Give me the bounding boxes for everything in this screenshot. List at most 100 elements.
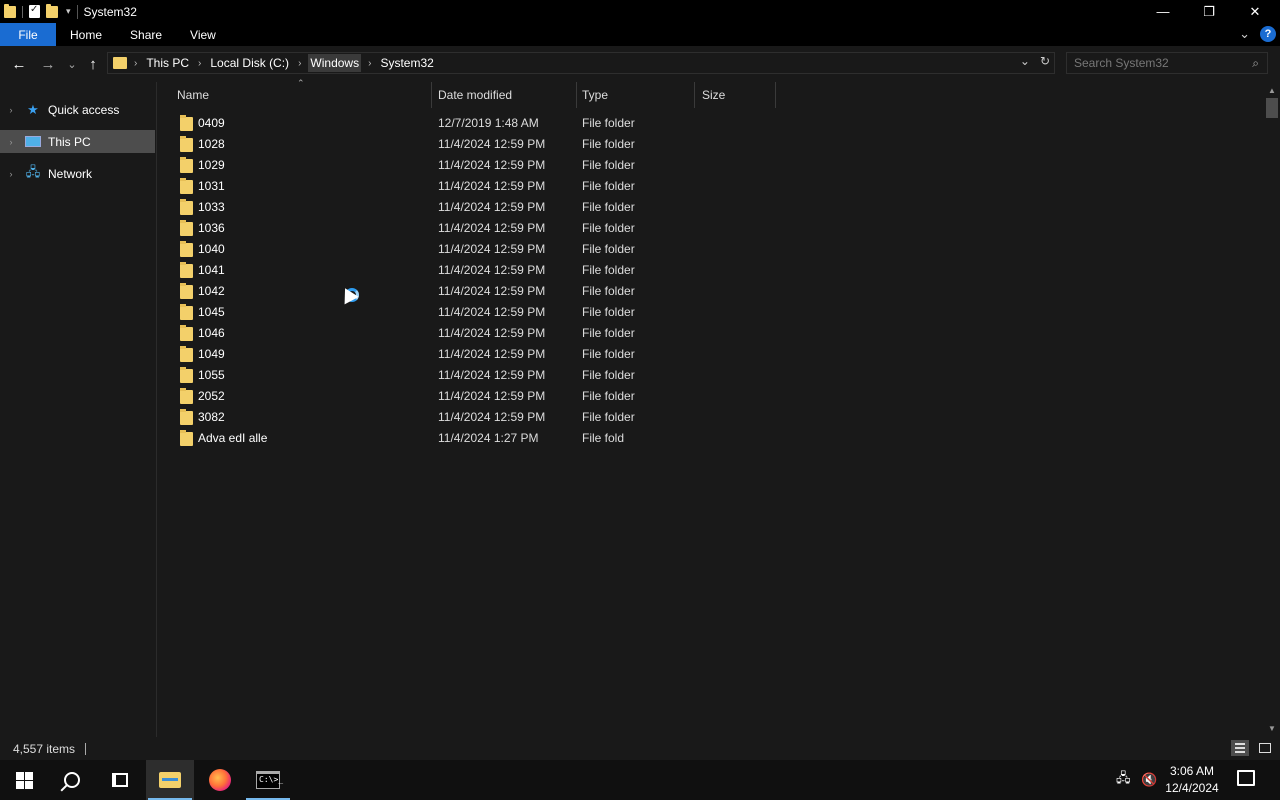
file-row[interactable]: 1028 11/4/2024 12:59 PM File folder bbox=[158, 134, 1258, 155]
breadcrumb-this-pc[interactable]: This PC bbox=[144, 54, 191, 72]
search-box[interactable]: ⌕ bbox=[1066, 52, 1268, 74]
taskbar: C:\>_ 🖧 🔇 3:06 AM 12/4/2024 bbox=[0, 760, 1280, 800]
folder-icon bbox=[180, 262, 193, 278]
tab-share[interactable]: Share bbox=[116, 23, 176, 46]
column-divider[interactable] bbox=[431, 82, 432, 108]
file-row[interactable]: 1055 11/4/2024 12:59 PM File folder bbox=[158, 365, 1258, 386]
nav-item-label: Quick access bbox=[48, 102, 120, 117]
taskbar-command-prompt[interactable]: C:\>_ bbox=[244, 760, 292, 800]
task-view-button[interactable] bbox=[96, 760, 144, 800]
star-icon: ★ bbox=[27, 101, 39, 117]
column-divider[interactable] bbox=[576, 82, 577, 108]
file-row[interactable]: 1031 11/4/2024 12:59 PM File folder bbox=[158, 176, 1258, 197]
folder-icon bbox=[180, 220, 193, 236]
breadcrumb-local-disk[interactable]: Local Disk (C:) bbox=[208, 54, 291, 72]
taskbar-firefox[interactable] bbox=[196, 760, 244, 800]
breadcrumb-separator[interactable]: › bbox=[198, 58, 201, 69]
nav-item-quick-access[interactable]: › ★ Quick access bbox=[0, 98, 155, 121]
network-icon: 🖧 bbox=[25, 163, 41, 179]
column-header-size[interactable]: Size bbox=[702, 82, 774, 108]
file-date: 11/4/2024 12:59 PM bbox=[438, 368, 546, 382]
folder-icon bbox=[180, 178, 193, 194]
column-header-date[interactable]: Date modified bbox=[438, 82, 576, 108]
file-row[interactable]: 1045 11/4/2024 12:59 PM File folder bbox=[158, 302, 1258, 323]
file-date: 11/4/2024 12:59 PM bbox=[438, 137, 546, 151]
search-input[interactable] bbox=[1074, 56, 1244, 70]
file-row[interactable]: 1042 11/4/2024 12:59 PM File folder bbox=[158, 281, 1258, 302]
scrollbar-thumb[interactable] bbox=[1266, 98, 1278, 118]
back-button[interactable]: ← bbox=[9, 54, 29, 74]
address-dropdown-icon[interactable]: ⌄ bbox=[1020, 54, 1030, 68]
title-divider bbox=[76, 4, 78, 19]
file-type: File folder bbox=[582, 284, 635, 298]
breadcrumb-system32[interactable]: System32 bbox=[378, 54, 435, 72]
restore-button[interactable]: ❐ bbox=[1186, 0, 1232, 23]
file-row[interactable]: 1046 11/4/2024 12:59 PM File folder bbox=[158, 323, 1258, 344]
file-row[interactable]: 1040 11/4/2024 12:59 PM File folder bbox=[158, 239, 1258, 260]
volume-muted-icon[interactable]: 🔇 bbox=[1141, 760, 1157, 800]
notification-center-icon[interactable] bbox=[1237, 770, 1255, 786]
nav-item-label: This PC bbox=[48, 134, 91, 149]
refresh-icon[interactable]: ↻ bbox=[1040, 54, 1050, 68]
file-date: 12/7/2019 1:48 AM bbox=[438, 116, 539, 130]
file-name: 1042 bbox=[198, 284, 225, 298]
column-divider[interactable] bbox=[775, 82, 776, 108]
start-button[interactable] bbox=[0, 760, 48, 800]
properties-icon[interactable] bbox=[29, 4, 40, 18]
expand-chevron-icon[interactable]: › bbox=[5, 105, 17, 115]
tiles-view-icon bbox=[1259, 743, 1271, 753]
column-header-type[interactable]: Type bbox=[582, 82, 694, 108]
system-clock[interactable]: 3:06 AM 12/4/2024 bbox=[1161, 763, 1223, 797]
scroll-down-icon[interactable]: ▼ bbox=[1268, 724, 1276, 733]
file-row[interactable]: 1049 11/4/2024 12:59 PM File folder bbox=[158, 344, 1258, 365]
file-name: 1045 bbox=[198, 305, 225, 319]
file-date: 11/4/2024 12:59 PM bbox=[438, 221, 546, 235]
file-date: 11/4/2024 12:59 PM bbox=[438, 326, 546, 340]
taskbar-search-button[interactable] bbox=[48, 760, 96, 800]
expand-chevron-icon[interactable]: › bbox=[5, 137, 17, 147]
file-row[interactable]: 1041 11/4/2024 12:59 PM File folder bbox=[158, 260, 1258, 281]
file-row[interactable]: 1029 11/4/2024 12:59 PM File folder bbox=[158, 155, 1258, 176]
scroll-up-icon[interactable]: ▲ bbox=[1268, 86, 1276, 95]
up-button[interactable]: ↑ bbox=[83, 54, 103, 74]
file-type: File folder bbox=[582, 368, 635, 382]
expand-chevron-icon[interactable]: › bbox=[5, 169, 17, 179]
file-date: 11/4/2024 12:59 PM bbox=[438, 410, 546, 424]
file-row[interactable]: 2052 11/4/2024 12:59 PM File folder bbox=[158, 386, 1258, 407]
breadcrumb-windows[interactable]: Windows bbox=[308, 54, 362, 72]
nav-item-network[interactable]: › 🖧 Network bbox=[0, 162, 155, 185]
file-row[interactable]: Adva edI alle 11/4/2024 1:27 PM File fold bbox=[158, 428, 1258, 449]
file-date: 11/4/2024 12:59 PM bbox=[438, 242, 546, 256]
file-date: 11/4/2024 12:59 PM bbox=[438, 263, 546, 277]
large-icons-view-button[interactable] bbox=[1256, 740, 1274, 756]
customize-toolbar-icon[interactable]: ▾ bbox=[66, 6, 71, 17]
file-type: File folder bbox=[582, 137, 635, 151]
breadcrumb-separator[interactable]: › bbox=[368, 58, 371, 69]
network-tray-icon[interactable]: 🖧 bbox=[1116, 760, 1131, 800]
vertical-scrollbar[interactable]: ▲ ▼ bbox=[1264, 82, 1280, 737]
help-icon[interactable]: ? bbox=[1260, 26, 1276, 42]
minimize-button[interactable]: — bbox=[1140, 0, 1186, 23]
file-row[interactable]: 0409 12/7/2019 1:48 AM File folder bbox=[158, 113, 1258, 134]
tab-home[interactable]: Home bbox=[56, 23, 116, 46]
recent-locations-button[interactable]: ⌄ bbox=[62, 54, 82, 74]
file-row[interactable]: 1036 11/4/2024 12:59 PM File folder bbox=[158, 218, 1258, 239]
address-bar[interactable]: › This PC › Local Disk (C:) › Windows › … bbox=[107, 52, 1055, 74]
tab-view[interactable]: View bbox=[176, 23, 230, 46]
file-date: 11/4/2024 12:59 PM bbox=[438, 347, 546, 361]
column-divider[interactable] bbox=[694, 82, 695, 108]
details-view-button[interactable] bbox=[1231, 740, 1249, 756]
folder-icon bbox=[180, 241, 193, 257]
tab-file[interactable]: File bbox=[0, 23, 56, 46]
forward-button[interactable]: → bbox=[38, 54, 58, 74]
file-row[interactable]: 3082 11/4/2024 12:59 PM File folder bbox=[158, 407, 1258, 428]
file-row[interactable]: 1033 11/4/2024 12:59 PM File folder bbox=[158, 197, 1258, 218]
taskbar-file-explorer[interactable] bbox=[146, 760, 194, 800]
nav-item-this-pc[interactable]: › This PC bbox=[0, 130, 155, 153]
column-header-name[interactable]: Name bbox=[177, 82, 431, 108]
close-button[interactable]: ✕ bbox=[1232, 0, 1278, 23]
new-folder-icon[interactable] bbox=[46, 3, 58, 18]
breadcrumb-separator[interactable]: › bbox=[298, 58, 301, 69]
search-icon: ⌕ bbox=[1252, 56, 1259, 70]
expand-ribbon-icon[interactable]: ⌄ bbox=[1239, 26, 1250, 42]
